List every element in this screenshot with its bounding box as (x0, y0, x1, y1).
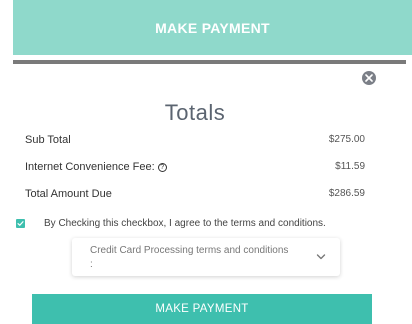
total-due-label: Total Amount Due (25, 188, 112, 200)
terms-dropdown[interactable]: Credit Card Processing terms and conditi… (72, 238, 340, 276)
convenience-fee-label: Internet Convenience Fee: (25, 161, 155, 173)
convenience-fee-row: Internet Convenience Fee:? (25, 161, 167, 173)
close-icon[interactable] (362, 71, 376, 85)
make-payment-button[interactable]: MAKE PAYMENT (32, 294, 372, 324)
agree-terms-checkbox[interactable] (16, 219, 25, 228)
question-circle-icon[interactable]: ? (157, 163, 167, 172)
totals-title: Totals (164, 100, 226, 125)
subtotal-value: $275.00 (328, 134, 365, 145)
chevron-down-icon (316, 254, 326, 260)
make-payment-banner-button[interactable]: MAKE PAYMENT (13, 0, 412, 55)
convenience-fee-value: $11.59 (335, 161, 365, 172)
modal-top-border (13, 60, 406, 64)
terms-dropdown-label: Credit Card Processing terms and conditi… (90, 245, 289, 270)
check-icon (17, 221, 24, 226)
agree-terms-text: By Checking this checkbox, I agree to th… (44, 218, 326, 229)
subtotal-label: Sub Total (25, 134, 71, 146)
total-due-value: $286.59 (328, 188, 365, 199)
